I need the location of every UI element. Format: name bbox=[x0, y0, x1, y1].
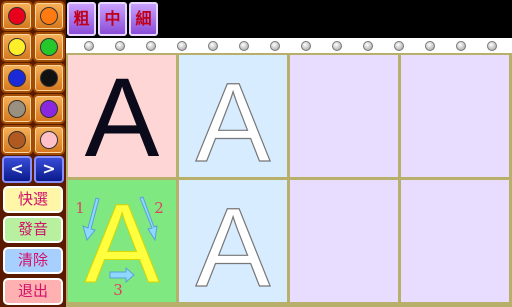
letter-outline: A bbox=[196, 185, 271, 302]
color-dot bbox=[8, 38, 26, 56]
color-dot bbox=[8, 7, 26, 25]
pronounce-button[interactable]: 發音 bbox=[3, 216, 63, 243]
prev-button[interactable]: < bbox=[2, 156, 32, 183]
stroke-number: 1 bbox=[75, 199, 85, 217]
stroke-number: 3 bbox=[113, 281, 123, 299]
grid-cell[interactable]: A bbox=[179, 55, 287, 177]
color-swatch-orange[interactable] bbox=[33, 1, 65, 31]
next-button[interactable]: > bbox=[34, 156, 64, 183]
letter-drawing: A bbox=[195, 59, 271, 177]
grid-cell[interactable] bbox=[401, 180, 509, 302]
thin-stroke-button[interactable]: 細 bbox=[129, 2, 158, 36]
binding-ring bbox=[487, 41, 497, 51]
app-window: < > 快選 發音 清除 退出 粗 中 細 A A A123 A bbox=[0, 0, 512, 307]
writing-grid: A A A123 A bbox=[66, 53, 512, 307]
quick-select-button[interactable]: 快選 bbox=[3, 186, 63, 213]
grid-cell[interactable]: A bbox=[179, 180, 287, 302]
binding-ring bbox=[363, 41, 373, 51]
binding-ring bbox=[239, 41, 249, 51]
grid-cell[interactable] bbox=[290, 180, 398, 302]
binding-ring bbox=[425, 41, 435, 51]
color-dot bbox=[40, 100, 58, 118]
binding-ring bbox=[84, 41, 94, 51]
grid-cell[interactable]: A bbox=[68, 55, 176, 177]
left-palette: < > 快選 發音 清除 退出 bbox=[0, 0, 66, 307]
color-swatch-green[interactable] bbox=[33, 32, 65, 62]
notebook-ring-binding bbox=[66, 38, 512, 54]
binding-ring bbox=[456, 41, 466, 51]
binding-ring bbox=[115, 41, 125, 51]
letter-drawing: A1 23 bbox=[75, 181, 164, 303]
letter-drawing: A bbox=[195, 184, 271, 302]
binding-ring bbox=[332, 41, 342, 51]
color-swatch-black[interactable] bbox=[33, 63, 65, 93]
stroke-number: 2 bbox=[154, 199, 164, 217]
binding-ring bbox=[177, 41, 187, 51]
top-toolbar: 粗 中 細 bbox=[66, 0, 512, 40]
color-swatch-red[interactable] bbox=[1, 1, 33, 31]
clear-button[interactable]: 清除 bbox=[3, 247, 63, 274]
color-swatch-yellow[interactable] bbox=[1, 32, 33, 62]
color-swatch-purple[interactable] bbox=[33, 94, 65, 124]
letter-drawing: A bbox=[85, 55, 160, 177]
color-dot bbox=[40, 7, 58, 25]
color-swatch-gray[interactable] bbox=[1, 94, 33, 124]
color-dot bbox=[40, 38, 58, 56]
grid-cell[interactable] bbox=[401, 55, 509, 177]
binding-ring bbox=[146, 41, 156, 51]
letter-outline: A bbox=[196, 60, 271, 177]
binding-ring bbox=[394, 41, 404, 51]
color-dot bbox=[40, 69, 58, 87]
color-dot bbox=[8, 131, 26, 149]
grid-cell[interactable] bbox=[290, 55, 398, 177]
letter-glyph: A bbox=[85, 55, 160, 177]
exit-button[interactable]: 退出 bbox=[3, 278, 63, 305]
color-swatch-brown[interactable] bbox=[1, 125, 33, 155]
color-dot bbox=[8, 100, 26, 118]
color-dot bbox=[8, 69, 26, 87]
binding-ring bbox=[301, 41, 311, 51]
medium-stroke-button[interactable]: 中 bbox=[98, 2, 127, 36]
binding-ring bbox=[208, 41, 218, 51]
color-swatch-blue[interactable] bbox=[1, 63, 33, 93]
grid-cell[interactable]: A123 bbox=[68, 180, 176, 302]
color-swatch-pink[interactable] bbox=[33, 125, 65, 155]
binding-ring bbox=[270, 41, 280, 51]
thick-stroke-button[interactable]: 粗 bbox=[67, 2, 96, 36]
color-dot bbox=[40, 131, 58, 149]
